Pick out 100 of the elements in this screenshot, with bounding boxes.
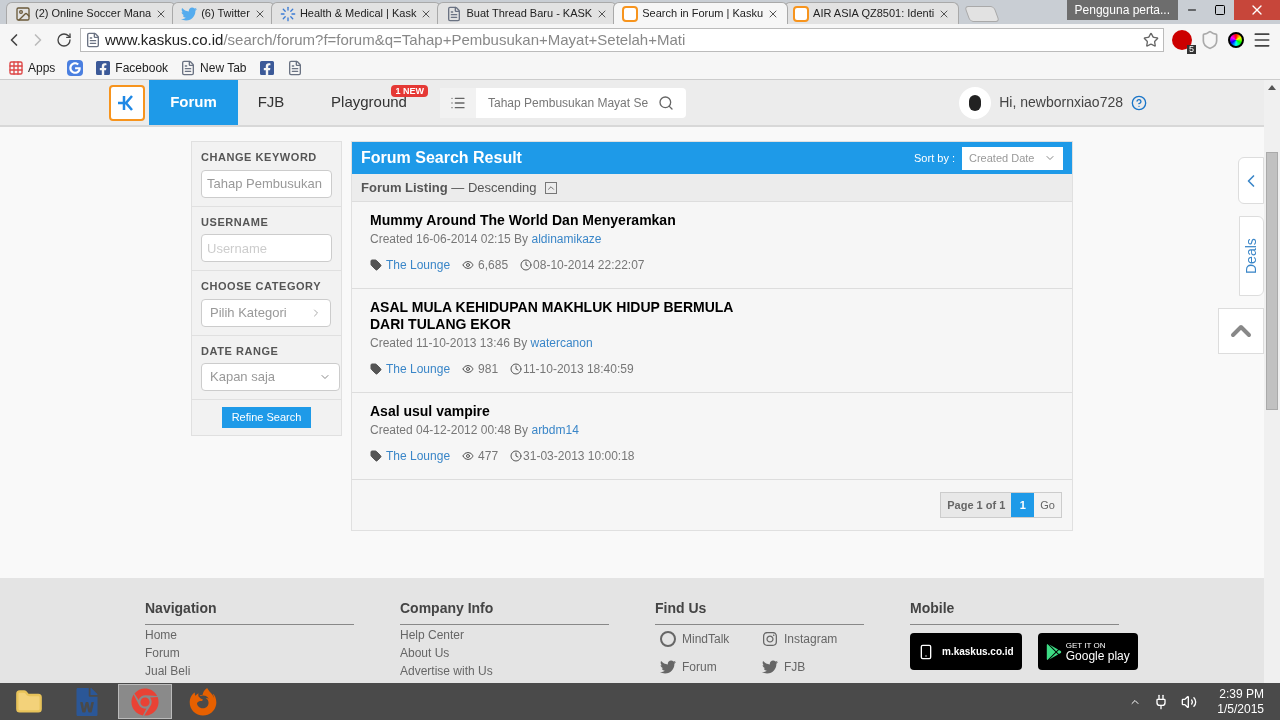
grid-icon	[8, 59, 24, 76]
facebook-icon	[258, 59, 275, 76]
bookmark[interactable]: Facebook	[95, 58, 169, 77]
mobile-site-badge[interactable]: m.kaskus.co.id	[910, 633, 1022, 670]
thread-title[interactable]: Mummy Around The World Dan Menyeramkan	[370, 212, 770, 229]
tag-icon	[370, 259, 382, 271]
bookmark[interactable]	[258, 59, 275, 76]
text-field[interactable]: Tahap Pembusukan	[201, 169, 332, 198]
date-dropdown[interactable]: Kapan saja	[201, 363, 340, 391]
eye-icon	[462, 363, 475, 375]
footer-heading: Company Info	[400, 598, 609, 625]
avatar[interactable]	[959, 86, 992, 119]
social-link[interactable]: Instagram	[784, 630, 838, 648]
listing-label: Forum Listing — Descending	[361, 178, 537, 197]
scroll-top-button[interactable]	[1218, 308, 1264, 354]
color-wheel-icon[interactable]	[1228, 32, 1244, 48]
user-greeting[interactable]: Hi, newbornxiao728	[999, 92, 1123, 113]
clock-icon	[510, 363, 523, 375]
nav-tab[interactable]: Forum	[149, 80, 238, 125]
photo-icon	[15, 5, 31, 22]
search-field[interactable]: Tahap Pembusukan Mayat Se	[440, 87, 686, 118]
filter-label: DATE RANGE	[201, 343, 280, 359]
bird-icon	[181, 5, 198, 22]
page-icon	[85, 32, 101, 48]
deals-tab[interactable]: Deals	[1239, 216, 1264, 296]
go-button[interactable]: Go	[1034, 493, 1061, 517]
collapse-icon[interactable]	[544, 181, 557, 194]
footer-link[interactable]: Jual Beli	[145, 664, 354, 679]
results-title: Forum Search Result	[361, 148, 522, 168]
logo-icon	[622, 5, 639, 22]
thread-meta: Created 16-06-2014 02:15 By aldinamikaze	[370, 231, 603, 248]
instagram-icon	[762, 631, 778, 647]
thread-title[interactable]: Asal usul vampire	[370, 403, 770, 420]
clock-date: 1/5/2015	[1217, 701, 1264, 717]
store-badge[interactable]: GET IT ON Google play	[1037, 633, 1138, 670]
menu-icon[interactable]	[1252, 30, 1272, 50]
author-link[interactable]: aldinamikaze	[531, 232, 602, 246]
page-icon	[446, 5, 463, 22]
category-picker[interactable]: Pilih Kategori	[201, 298, 331, 327]
play-icon	[1045, 643, 1062, 660]
last-post-time: 31-03-2013 10:00:18	[523, 448, 635, 465]
last-post-time: 11-10-2013 18:40:59	[523, 361, 634, 378]
nav-tab[interactable]: Playground 1 NEW	[304, 80, 434, 125]
bookmark[interactable]	[286, 59, 303, 76]
thread-title[interactable]: ASAL MULA KEHIDUPAN MAKHLUK HIDUP BERMULA DARI TULANG EKOR	[370, 299, 770, 333]
social-link[interactable]: FJB	[784, 658, 806, 676]
facebook-icon	[95, 59, 112, 76]
social-link[interactable]: MindTalk	[682, 630, 730, 648]
footer-heading: Mobile	[910, 598, 1119, 625]
google-icon	[67, 59, 84, 76]
eye-icon	[462, 259, 475, 271]
clock-icon	[510, 450, 523, 462]
author-link[interactable]: arbdm14	[531, 423, 579, 437]
footer-link[interactable]: Advertise with Us	[400, 664, 609, 679]
new-badge: 1 NEW	[391, 85, 428, 97]
browser-tab[interactable]: Search in Forum | Kasku	[613, 2, 789, 24]
footer-link[interactable]: Home	[145, 628, 354, 643]
address-bar[interactable]: www.kaskus.co.id/search/forum?f=forum&q=Tahap+Pembusukan+Mayat+Setelah+Mati	[80, 28, 1164, 52]
sort-label: Sort by :	[914, 150, 955, 166]
view-count: 477	[478, 448, 499, 465]
star-icon[interactable]	[1143, 32, 1159, 48]
profile-name[interactable]: Pengguna perta...	[1066, 0, 1178, 20]
eye-icon	[462, 450, 475, 462]
page-icon	[286, 59, 303, 76]
page-link[interactable]: 1	[1011, 493, 1035, 517]
restore-icon	[1214, 4, 1226, 16]
help-icon[interactable]	[1131, 94, 1147, 111]
refine-search-button[interactable]: Refine Search	[221, 407, 312, 428]
view-count: 981	[478, 361, 499, 378]
thread-meta: Created 04-12-2012 00:48 By arbdm14	[370, 422, 580, 439]
page-icon	[180, 59, 197, 76]
footer-heading: Find Us	[655, 598, 864, 625]
category-link[interactable]: The Lounge	[386, 447, 451, 465]
category-link[interactable]: The Lounge	[386, 360, 451, 378]
spinner-icon	[279, 5, 296, 22]
footer-link[interactable]: Forum	[145, 646, 354, 661]
side-toggle[interactable]	[1238, 157, 1264, 204]
bookmark[interactable]: Apps	[8, 58, 56, 77]
footer-heading: Navigation	[145, 598, 354, 625]
scroll-up-icon[interactable]	[1268, 85, 1276, 90]
bookmark[interactable]: New Tab	[180, 58, 247, 77]
reload-icon[interactable]	[56, 32, 72, 48]
page-indicator: Page 1 of 1	[941, 493, 1012, 517]
scrollbar[interactable]	[1264, 80, 1280, 683]
social-link[interactable]: Forum	[682, 658, 717, 676]
bookmark[interactable]	[67, 59, 84, 76]
extension-badge: 5	[1187, 45, 1196, 54]
footer-link[interactable]: About Us	[400, 646, 609, 661]
search-icon[interactable]	[658, 94, 674, 111]
sort-dropdown[interactable]: Created Date	[962, 146, 1063, 170]
clock-icon	[520, 259, 533, 271]
view-count: 6,685	[478, 257, 509, 274]
author-link[interactable]: watercanon	[530, 336, 593, 350]
filter-label: CHANGE KEYWORD	[201, 150, 318, 165]
footer-link[interactable]: Help Center	[400, 628, 609, 643]
thread-meta: Created 11-10-2013 13:46 By watercanon	[370, 335, 594, 352]
category-link[interactable]: The Lounge	[386, 256, 451, 274]
nav-tab[interactable]: FJB	[238, 80, 304, 125]
speaker-icon[interactable]	[1181, 693, 1198, 710]
site-logo[interactable]	[109, 84, 145, 121]
